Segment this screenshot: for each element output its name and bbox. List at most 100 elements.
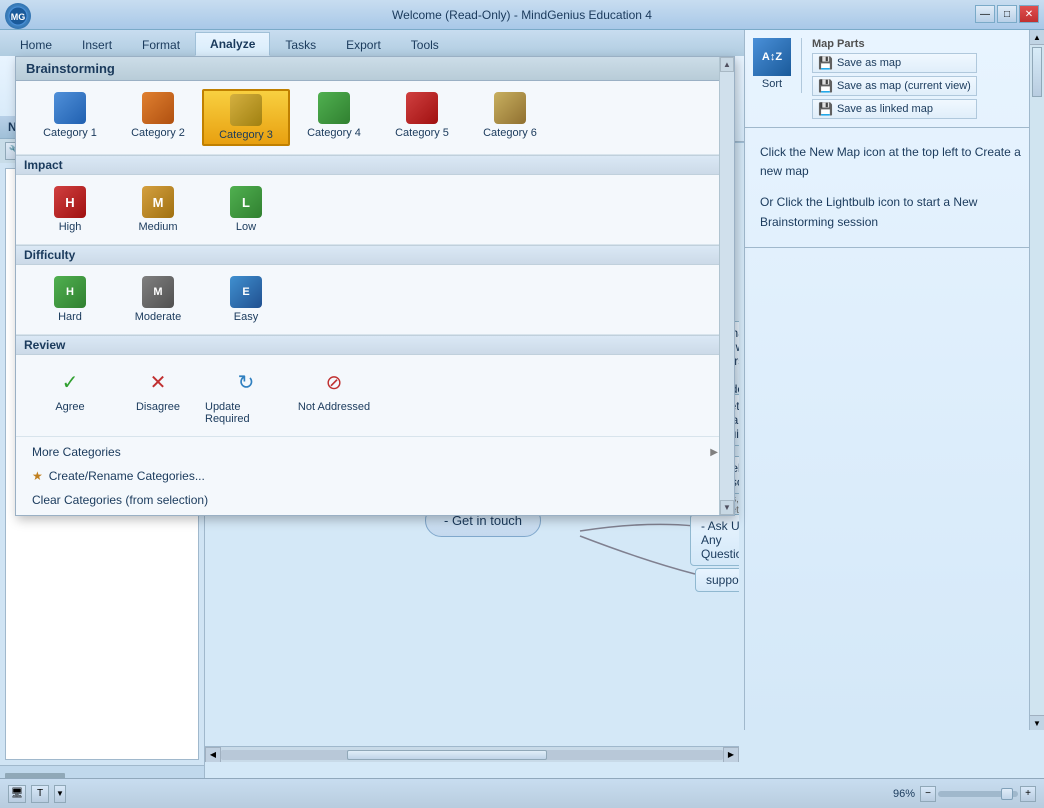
scroll-up-btn[interactable]: ▲: [1030, 30, 1044, 45]
save-as-linked-map-button[interactable]: 💾 Save as linked map: [812, 99, 977, 119]
review-agree-item[interactable]: ✓ Agree: [26, 363, 114, 428]
statusbar-btn-1[interactable]: 🖥: [8, 785, 26, 803]
ask-us-branch: - Ask Us Any Question: [690, 514, 739, 566]
titlebar: MG Welcome (Read-Only) - MindGenius Educ…: [0, 0, 1044, 30]
category-6-item[interactable]: Category 6: [466, 89, 554, 146]
impact-low-item[interactable]: L Low: [202, 183, 290, 236]
scroll-left-btn[interactable]: ◀: [205, 747, 221, 763]
category-2-item[interactable]: Category 2: [114, 89, 202, 146]
difficulty-moderate-icon: M: [142, 276, 174, 308]
brainstorming-panel: Brainstorming Category 1 Category 2 Cate…: [15, 56, 735, 516]
right-panel-info: Click the New Map icon at the top left t…: [745, 128, 1044, 248]
bs-scroll-up-btn[interactable]: ▲: [720, 57, 734, 72]
clear-categories-item[interactable]: Clear Categories (from selection): [24, 488, 726, 512]
review-disagree-icon: ✕: [142, 366, 174, 398]
scroll-right-btn[interactable]: ▶: [723, 747, 739, 763]
tab-analyze[interactable]: Analyze: [195, 32, 270, 56]
zoom-plus-btn[interactable]: +: [1020, 786, 1036, 802]
difficulty-moderate-label: Moderate: [135, 311, 181, 323]
category-3-icon: [230, 94, 262, 126]
scroll-thumb[interactable]: [1032, 47, 1042, 97]
zoom-slider-thumb[interactable]: [1001, 788, 1013, 800]
tab-tools[interactable]: Tools: [396, 33, 454, 56]
impact-row: H High M Medium L Low: [16, 175, 734, 245]
difficulty-hard-icon: H: [54, 276, 86, 308]
statusbar-btn-2[interactable]: T: [31, 785, 49, 803]
more-categories-arrow: ▶: [710, 447, 718, 458]
tab-format[interactable]: Format: [127, 33, 195, 56]
info-line2: Or Click the Lightbulb icon to start a N…: [760, 193, 1029, 231]
difficulty-easy-item[interactable]: E Easy: [202, 273, 290, 326]
review-section-header: Review: [16, 335, 734, 355]
review-not-addressed-label: Not Addressed: [298, 401, 370, 413]
create-rename-item[interactable]: ★ Create/Rename Categories...: [24, 464, 726, 488]
az-sort-icon[interactable]: A↕Z: [753, 38, 791, 76]
ask-us-box[interactable]: - Ask Us Any Question: [690, 514, 739, 566]
category-5-label: Category 5: [395, 127, 449, 139]
category-5-item[interactable]: Category 5: [378, 89, 466, 146]
category-1-item[interactable]: Category 1: [26, 89, 114, 146]
category-1-icon: [54, 92, 86, 124]
impact-low-icon: L: [230, 186, 262, 218]
save-linked-icon: 💾: [818, 102, 833, 116]
zoom-minus-btn[interactable]: −: [920, 786, 936, 802]
info-line1: Click the New Map icon at the top left t…: [760, 143, 1029, 181]
impact-high-label: High: [59, 221, 82, 233]
impact-low-label: Low: [236, 221, 256, 233]
tab-export[interactable]: Export: [331, 33, 396, 56]
impact-medium-label: Medium: [138, 221, 177, 233]
app-icon: MG: [5, 3, 31, 29]
map-parts-group: Map Parts 💾 Save as map 💾 Save as map (c…: [812, 38, 977, 119]
h-scroll-thumb[interactable]: [347, 750, 548, 760]
categories-row: Category 1 Category 2 Category 3 Categor…: [16, 81, 734, 155]
brainstorming-panel-scrollbar[interactable]: ▲ ▼: [719, 57, 734, 515]
category-3-item[interactable]: Category 3: [202, 89, 290, 146]
horizontal-scrollbar[interactable]: ◀ ▶: [205, 746, 739, 762]
close-button[interactable]: ✕: [1019, 5, 1039, 23]
difficulty-section-header: Difficulty: [16, 245, 734, 265]
right-scrollbar[interactable]: ▲ ▼: [1029, 30, 1044, 730]
statusbar: 🖥 T ▼ 96% − +: [0, 778, 1044, 808]
impact-medium-item[interactable]: M Medium: [114, 183, 202, 236]
zoom-slider[interactable]: [938, 791, 1018, 797]
difficulty-hard-label: Hard: [58, 311, 82, 323]
scroll-down-btn[interactable]: ▼: [1030, 715, 1044, 730]
zoom-level: 96%: [893, 788, 915, 800]
review-update-item[interactable]: ↻ Update Required: [202, 363, 290, 428]
category-1-label: Category 1: [43, 127, 97, 139]
more-categories-item[interactable]: More Categories ▶: [24, 440, 726, 464]
clear-categories-label: Clear Categories (from selection): [32, 493, 208, 507]
tab-home[interactable]: Home: [5, 33, 67, 56]
more-categories-label: More Categories: [32, 445, 121, 459]
difficulty-moderate-item[interactable]: M Moderate: [114, 273, 202, 326]
review-agree-icon: ✓: [54, 366, 86, 398]
difficulty-easy-label: Easy: [234, 311, 258, 323]
save-icon: 💾: [818, 56, 833, 70]
right-panel-toolbar: A↕Z Sort Map Parts 💾 Save as map 💾 Save …: [745, 30, 1044, 128]
support-box[interactable]: support@mindgenius.com: [695, 568, 739, 592]
tab-tasks[interactable]: Tasks: [270, 33, 331, 56]
review-not-addressed-item[interactable]: ⊘ Not Addressed: [290, 363, 378, 428]
category-4-icon: [318, 92, 350, 124]
category-4-label: Category 4: [307, 127, 361, 139]
save-current-icon: 💾: [818, 79, 833, 93]
bs-scroll-down-btn[interactable]: ▼: [720, 500, 734, 515]
extra-items: More Categories ▶ ★ Create/Rename Catego…: [16, 437, 734, 515]
h-scroll-track: [221, 750, 723, 760]
category-6-label: Category 6: [483, 127, 537, 139]
difficulty-hard-item[interactable]: H Hard: [26, 273, 114, 326]
statusbar-left: 🖥 T ▼: [8, 785, 66, 803]
window-controls[interactable]: — □ ✕: [975, 5, 1039, 23]
impact-medium-icon: M: [142, 186, 174, 218]
review-disagree-item[interactable]: ✕ Disagree: [114, 363, 202, 428]
tab-insert[interactable]: Insert: [67, 33, 127, 56]
category-4-item[interactable]: Category 4: [290, 89, 378, 146]
maximize-button[interactable]: □: [997, 5, 1017, 23]
statusbar-dropdown-btn[interactable]: ▼: [54, 785, 66, 803]
impact-section-header: Impact: [16, 155, 734, 175]
category-5-icon: [406, 92, 438, 124]
impact-high-item[interactable]: H High: [26, 183, 114, 236]
save-as-map-current-button[interactable]: 💾 Save as map (current view): [812, 76, 977, 96]
minimize-button[interactable]: —: [975, 5, 995, 23]
save-as-map-button[interactable]: 💾 Save as map: [812, 53, 977, 73]
